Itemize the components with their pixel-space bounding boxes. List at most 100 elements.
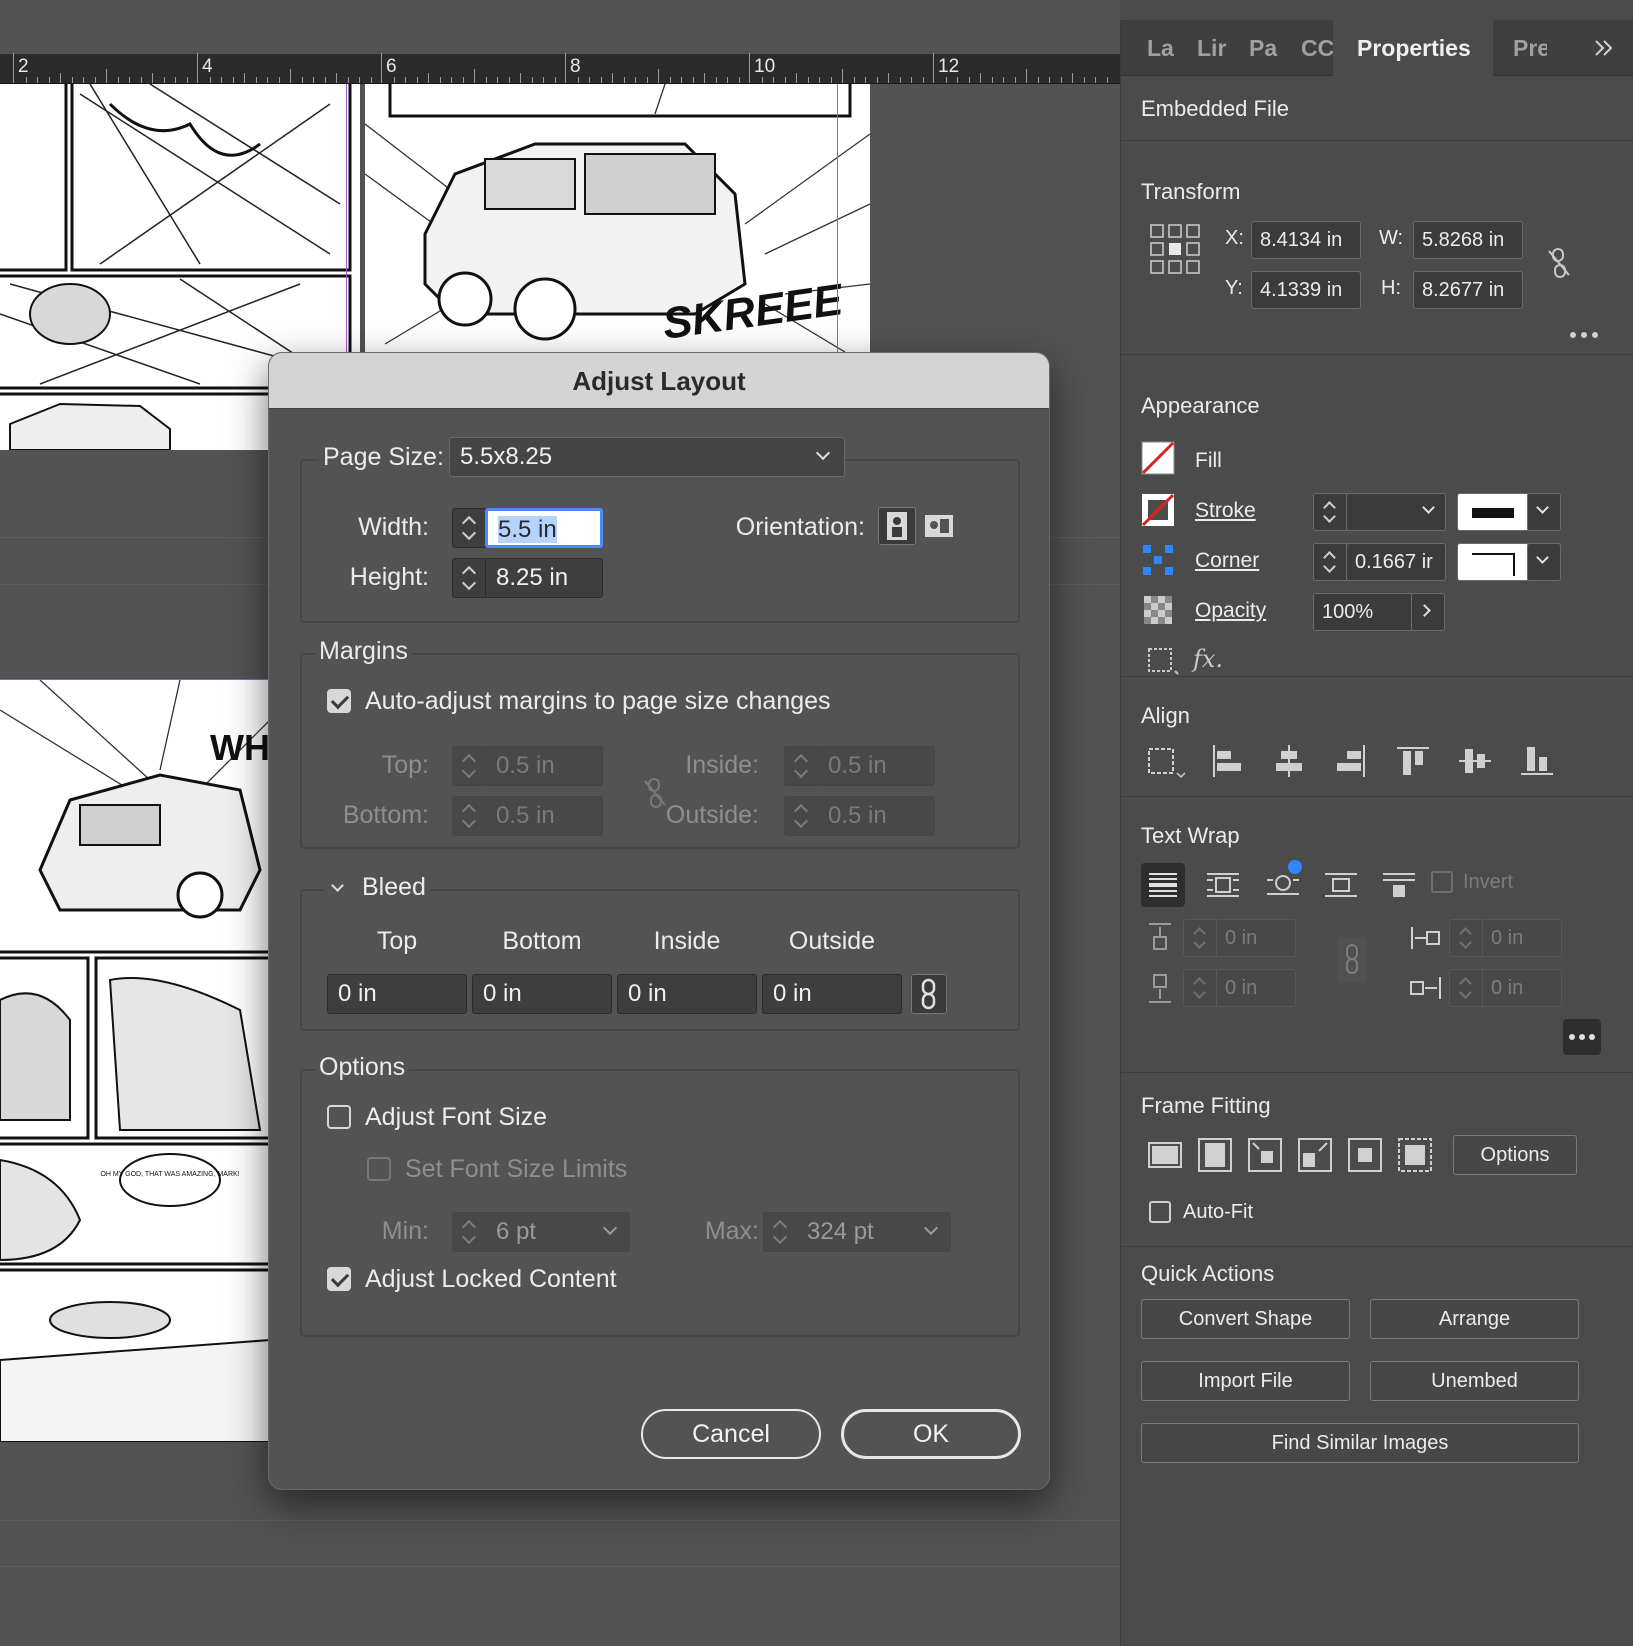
margin-outside-input[interactable]: 0.5 in bbox=[817, 796, 935, 836]
right-offset-input[interactable]: 0 in bbox=[1482, 969, 1562, 1007]
unembed-button[interactable]: Unembed bbox=[1370, 1361, 1579, 1401]
convert-shape-button[interactable]: Convert Shape bbox=[1141, 1299, 1350, 1339]
jump-to-next-column-icon[interactable] bbox=[1379, 865, 1419, 905]
stroke-swatch-icon[interactable] bbox=[1141, 493, 1175, 527]
height-stepper[interactable] bbox=[452, 558, 486, 598]
effects-fx-icon[interactable]: fx. bbox=[1193, 645, 1229, 675]
bleed-top-input[interactable]: 0 in bbox=[327, 974, 467, 1014]
landscape-orientation-icon[interactable] bbox=[921, 507, 959, 545]
fill-swatch-icon[interactable] bbox=[1141, 441, 1175, 475]
double-chevron-right-icon[interactable] bbox=[1591, 36, 1617, 60]
set-font-size-limits-checkbox[interactable] bbox=[367, 1157, 391, 1181]
opacity-input[interactable]: 100% bbox=[1313, 593, 1413, 631]
properties-panel[interactable]: La Lir Pa CC Properties Pre Embedded Fil… bbox=[1120, 20, 1633, 1646]
opacity-slider-button[interactable] bbox=[1411, 593, 1445, 631]
tab-properties[interactable]: Properties bbox=[1333, 20, 1493, 76]
margin-bottom-stepper[interactable] bbox=[452, 796, 486, 836]
content-aware-fit-icon[interactable] bbox=[1397, 1137, 1433, 1173]
align-to-selection-icon[interactable] bbox=[1145, 745, 1186, 781]
height-input[interactable]: 8.25 in bbox=[485, 558, 603, 598]
text-wrap-more-options-icon[interactable] bbox=[1563, 1019, 1601, 1055]
comic-page-top-right[interactable]: SKREEE bbox=[365, 84, 870, 352]
margin-bottom-input[interactable]: 0.5 in bbox=[485, 796, 603, 836]
adjust-locked-content-checkbox[interactable] bbox=[327, 1267, 351, 1291]
drop-shadow-icon[interactable] bbox=[1147, 647, 1181, 677]
adjust-layout-dialog[interactable]: Adjust Layout Page Size: 5.5x8.25 Width:… bbox=[268, 352, 1050, 1490]
bleed-outside-input[interactable]: 0 in bbox=[762, 974, 902, 1014]
no-text-wrap-icon[interactable] bbox=[1141, 863, 1185, 907]
corner-size-stepper[interactable] bbox=[1313, 543, 1347, 581]
align-horizontal-center-icon[interactable] bbox=[1271, 743, 1307, 779]
opacity-link[interactable]: Opacity bbox=[1195, 599, 1266, 623]
stroke-weight-dropdown[interactable] bbox=[1346, 493, 1446, 531]
max-font-stepper[interactable] bbox=[763, 1212, 797, 1252]
invert-wrap-checkbox[interactable] bbox=[1431, 871, 1453, 893]
frame-fitting-options-button[interactable]: Options bbox=[1453, 1135, 1577, 1175]
top-offset-input[interactable]: 0 in bbox=[1216, 919, 1296, 957]
auto-fit-checkbox[interactable] bbox=[1149, 1201, 1171, 1223]
cancel-button[interactable]: Cancel bbox=[641, 1409, 821, 1459]
top-offset-stepper[interactable] bbox=[1183, 919, 1217, 957]
align-top-icon[interactable] bbox=[1395, 743, 1431, 779]
corner-size-input[interactable]: 0.1667 ir bbox=[1346, 543, 1446, 581]
bleed-bottom-input[interactable]: 0 in bbox=[472, 974, 612, 1014]
bleed-legend[interactable]: Bleed bbox=[325, 873, 430, 902]
center-content-icon[interactable] bbox=[1347, 1137, 1383, 1173]
tab-layers[interactable]: La bbox=[1147, 20, 1179, 76]
ok-button[interactable]: OK bbox=[841, 1409, 1021, 1459]
more-options-icon[interactable] bbox=[1569, 327, 1599, 338]
bottom-offset-input[interactable]: 0 in bbox=[1216, 969, 1296, 1007]
link-offsets-icon[interactable] bbox=[1337, 937, 1367, 983]
corner-link[interactable]: Corner bbox=[1195, 549, 1259, 573]
tab-cc-libraries[interactable]: CC bbox=[1301, 20, 1335, 76]
comic-page-bottom-left[interactable]: WHA OH MY GOD, THAT WAS AMAZING, MARK! bbox=[0, 680, 270, 1442]
margin-inside-input[interactable]: 0.5 in bbox=[817, 746, 935, 786]
tab-links[interactable]: Lir bbox=[1197, 20, 1229, 76]
portrait-orientation-icon[interactable] bbox=[878, 507, 916, 545]
constrain-proportions-icon[interactable] bbox=[1545, 247, 1573, 279]
stroke-weight-stepper[interactable] bbox=[1313, 493, 1347, 531]
bleed-inside-input[interactable]: 0 in bbox=[617, 974, 757, 1014]
horizontal-ruler[interactable]: 2 4 6 8 10 12 bbox=[0, 53, 1120, 84]
bottom-offset-stepper[interactable] bbox=[1183, 969, 1217, 1007]
auto-adjust-margins-checkbox[interactable] bbox=[327, 689, 351, 713]
stroke-link[interactable]: Stroke bbox=[1195, 499, 1256, 523]
max-font-dropdown[interactable]: 324 pt bbox=[796, 1212, 951, 1252]
tab-preflight[interactable]: Pre bbox=[1513, 20, 1547, 76]
right-offset-stepper[interactable] bbox=[1449, 969, 1483, 1007]
width-input[interactable]: 5.5 in bbox=[485, 508, 603, 548]
adjust-font-size-checkbox[interactable] bbox=[327, 1105, 351, 1129]
width-stepper[interactable] bbox=[452, 508, 486, 548]
left-offset-input[interactable]: 0 in bbox=[1482, 919, 1562, 957]
jump-object-icon[interactable] bbox=[1321, 865, 1361, 905]
corner-shape-dropdown[interactable] bbox=[1527, 543, 1561, 581]
x-input[interactable]: 8.4134 in bbox=[1251, 221, 1361, 259]
margin-outside-stepper[interactable] bbox=[784, 796, 818, 836]
margin-inside-stepper[interactable] bbox=[784, 746, 818, 786]
arrange-button[interactable]: Arrange bbox=[1370, 1299, 1579, 1339]
wrap-bounding-box-icon[interactable] bbox=[1203, 865, 1243, 905]
find-similar-images-button[interactable]: Find Similar Images bbox=[1141, 1423, 1579, 1463]
align-bottom-icon[interactable] bbox=[1519, 743, 1555, 779]
min-font-stepper[interactable] bbox=[452, 1212, 486, 1252]
corner-options-icon[interactable] bbox=[1141, 543, 1175, 577]
fill-frame-proportionally-icon[interactable] bbox=[1147, 1137, 1183, 1173]
left-offset-stepper[interactable] bbox=[1449, 919, 1483, 957]
y-input[interactable]: 4.1339 in bbox=[1251, 271, 1361, 309]
fit-frame-to-content-icon[interactable] bbox=[1247, 1137, 1283, 1173]
page-size-dropdown[interactable]: 5.5x8.25 bbox=[449, 437, 845, 477]
min-font-dropdown[interactable]: 6 pt bbox=[485, 1212, 630, 1252]
align-left-icon[interactable] bbox=[1209, 743, 1245, 779]
stroke-style-swatch[interactable] bbox=[1457, 493, 1529, 531]
link-bleed-icon[interactable] bbox=[911, 974, 947, 1014]
fit-content-to-frame-icon[interactable] bbox=[1297, 1137, 1333, 1173]
align-right-icon[interactable] bbox=[1333, 743, 1369, 779]
h-input[interactable]: 8.2677 in bbox=[1413, 271, 1523, 309]
w-input[interactable]: 5.8268 in bbox=[1413, 221, 1523, 259]
corner-shape-swatch[interactable] bbox=[1457, 543, 1529, 581]
fit-content-proportionally-icon[interactable] bbox=[1197, 1137, 1233, 1173]
stroke-style-dropdown[interactable] bbox=[1527, 493, 1561, 531]
wrap-object-shape-icon[interactable] bbox=[1263, 857, 1307, 905]
margin-top-stepper[interactable] bbox=[452, 746, 486, 786]
align-vertical-center-icon[interactable] bbox=[1457, 743, 1493, 779]
